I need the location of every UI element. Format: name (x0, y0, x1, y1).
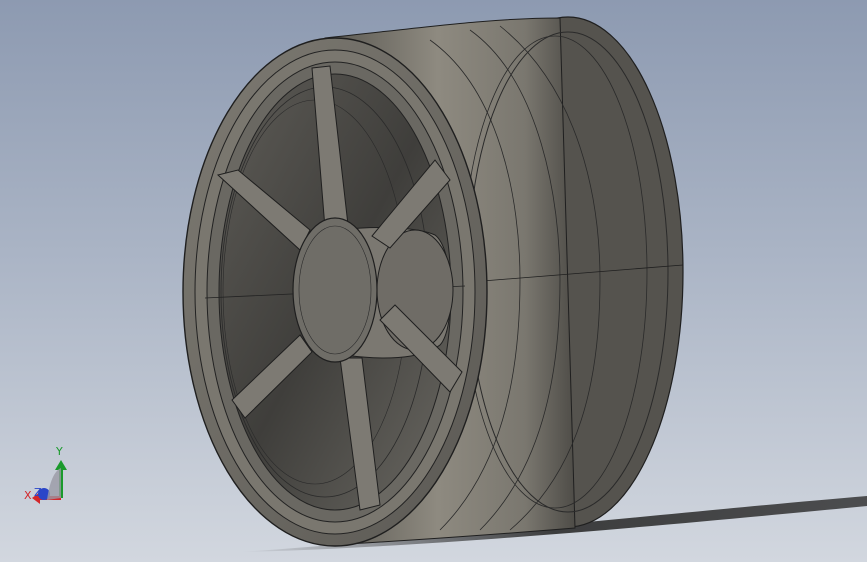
triad-x-label: X (24, 489, 32, 502)
graphics-viewport[interactable]: Y X Z (0, 0, 867, 562)
model-view[interactable]: Y X Z (0, 0, 867, 562)
view-triad[interactable]: Y X Z (24, 445, 67, 504)
triad-z-label: Z (34, 486, 42, 499)
triad-origin (47, 468, 61, 500)
center-cap[interactable] (292, 217, 378, 363)
triad-y-label: Y (55, 445, 63, 458)
